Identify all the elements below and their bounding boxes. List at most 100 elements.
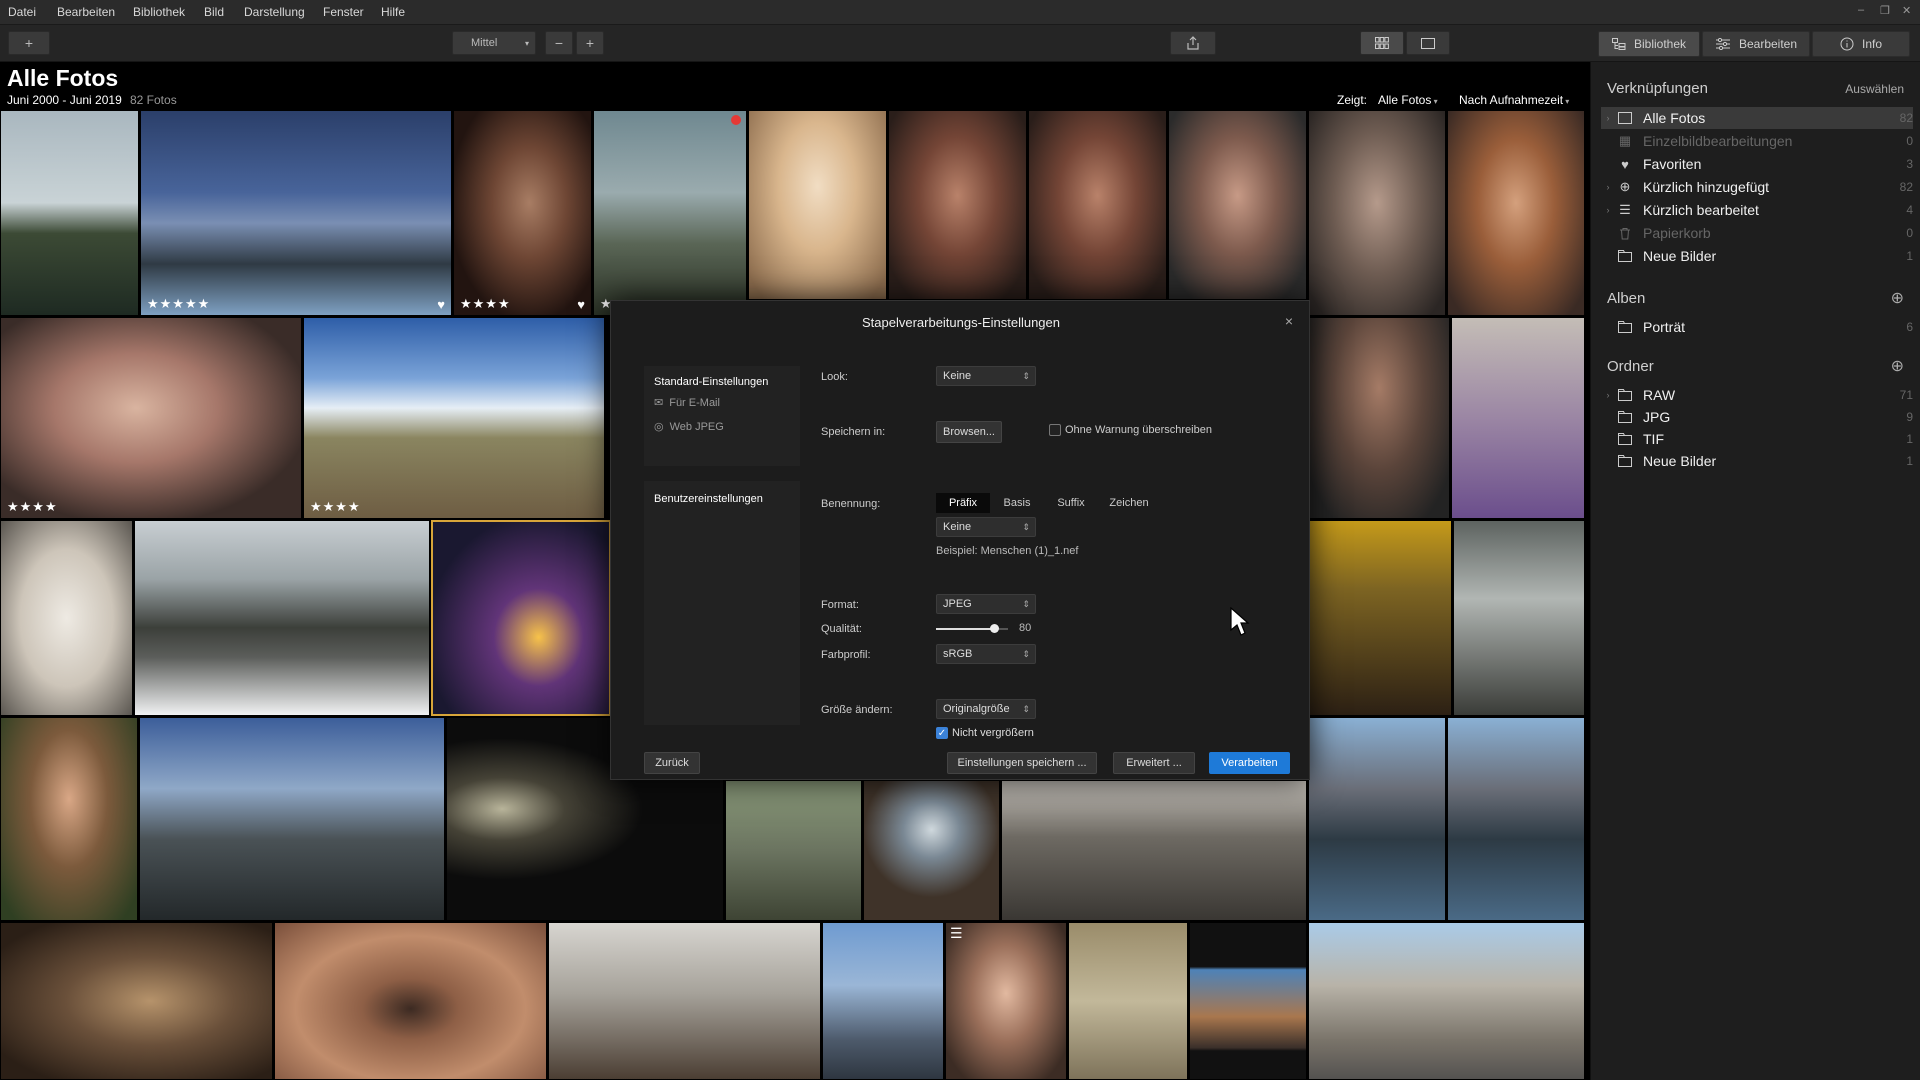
photo-thumbnail[interactable]: [0, 520, 133, 716]
save-settings-button[interactable]: Einstellungen speichern ...: [947, 752, 1097, 774]
photo-thumbnail[interactable]: ★: [593, 110, 747, 316]
standard-presets-panel: Standard-Einstellungen ✉ Für E-Mail ◎ Web …: [644, 366, 800, 466]
maximize-icon[interactable]: ❐: [1880, 4, 1890, 17]
sidebar-item-count: 0: [1906, 226, 1913, 240]
tab-bibliothek-label: Bibliothek: [1633, 37, 1687, 51]
sort-select[interactable]: Nach Aufnahmezeit ▾: [1459, 93, 1569, 107]
tab-suffix[interactable]: Suffix: [1044, 493, 1098, 513]
photo-thumbnail[interactable]: [748, 110, 887, 300]
quality-slider[interactable]: [936, 624, 1008, 633]
photo-thumbnail[interactable]: [1451, 317, 1585, 519]
photo-thumbnail[interactable]: [1447, 717, 1585, 921]
sidebar-item-einzelbildbearbeitungen[interactable]: ▦ Einzelbildbearbeitungen 0: [1601, 130, 1913, 152]
tab-info[interactable]: Info: [1812, 31, 1910, 57]
photo-thumbnail[interactable]: [1308, 520, 1452, 716]
photo-thumbnail[interactable]: [1068, 922, 1188, 1080]
menu-bibliothek[interactable]: Bibliothek: [133, 5, 185, 19]
look-value: Keine: [943, 370, 972, 382]
advanced-button[interactable]: Erweitert ...: [1113, 752, 1195, 774]
sidebar-item-papierkorb[interactable]: Papierkorb 0: [1601, 222, 1913, 244]
preset-web-jpeg[interactable]: ◎ Web JPEG: [654, 420, 724, 434]
zoom-out-button[interactable]: −: [545, 31, 573, 55]
color-profile-select[interactable]: sRGB ⇕: [936, 644, 1036, 664]
tab-bibliothek[interactable]: Bibliothek: [1598, 31, 1700, 57]
photo-thumbnail[interactable]: [0, 922, 273, 1080]
menu-fenster[interactable]: Fenster: [323, 5, 364, 19]
photo-thumbnail[interactable]: [274, 922, 547, 1080]
photo-thumbnail[interactable]: [888, 110, 1027, 300]
photo-thumbnail[interactable]: [1308, 922, 1585, 1080]
menu-datei[interactable]: Datei: [8, 5, 36, 19]
sidebar-item-portraet[interactable]: Porträt 6: [1601, 316, 1913, 338]
naming-select[interactable]: Keine ⇕: [936, 517, 1036, 537]
tab-basis[interactable]: Basis: [990, 493, 1044, 513]
sidebar-item-jpg[interactable]: JPG 9: [1601, 406, 1913, 428]
menu-darstellung[interactable]: Darstellung: [244, 5, 305, 19]
sidebar-item-raw[interactable]: › RAW 71: [1601, 384, 1914, 406]
sidebar-item-favoriten[interactable]: ♥ Favoriten 3: [1601, 153, 1913, 175]
format-select[interactable]: JPEG ⇕: [936, 594, 1036, 614]
back-button[interactable]: Zurück: [644, 752, 700, 774]
no-enlarge-checkbox[interactable]: ✓ Nicht vergrößern: [936, 727, 1034, 739]
zoom-in-button[interactable]: +: [576, 31, 604, 55]
look-select[interactable]: Keine ⇕: [936, 366, 1036, 386]
close-icon[interactable]: ×: [1285, 313, 1293, 329]
photo-thumbnail[interactable]: [1447, 110, 1585, 316]
photo-thumbnail[interactable]: [139, 717, 445, 921]
user-presets-panel: Benutzereinstellungen: [644, 481, 800, 725]
photo-thumbnail[interactable]: [548, 922, 821, 1080]
resize-select[interactable]: Originalgröße ⇕: [936, 699, 1036, 719]
photo-thumbnail[interactable]: ★★★★ ♥: [453, 110, 592, 316]
sidebar-item-neue-bilder-folder[interactable]: Neue Bilder 1: [1601, 450, 1913, 472]
grid-view-button[interactable]: [1360, 31, 1404, 55]
photo-thumbnail[interactable]: [725, 780, 862, 921]
minus-icon: −: [554, 35, 564, 51]
add-button[interactable]: +: [8, 31, 50, 55]
sidebar-item-neue-bilder[interactable]: Neue Bilder 1: [1601, 245, 1913, 267]
overwrite-checkbox[interactable]: Ohne Warnung überschreiben: [1049, 424, 1212, 436]
preset-email[interactable]: ✉ Für E-Mail: [654, 396, 720, 410]
photo-thumbnail[interactable]: ★★★★: [0, 317, 302, 519]
photo-thumbnail[interactable]: [1453, 520, 1585, 716]
photo-thumbnail[interactable]: [0, 110, 139, 316]
quality-slider-handle[interactable]: [989, 624, 999, 633]
photo-thumbnail[interactable]: ★★★★★ ♥: [140, 110, 452, 316]
sidebar-item-alle-fotos[interactable]: › Alle Fotos 82: [1601, 107, 1913, 129]
thumbnail-size-select[interactable]: Mittel ▾: [452, 31, 536, 55]
sidebar-item-tif[interactable]: TIF 1: [1601, 428, 1913, 450]
sidebar-item-kuerzlich-hinzugefuegt[interactable]: › ⊕ Kürzlich hinzugefügt 82: [1601, 176, 1914, 198]
photo-thumbnail[interactable]: [1001, 780, 1307, 921]
minimize-icon[interactable]: –: [1858, 4, 1864, 16]
photo-thumbnail[interactable]: [1189, 922, 1307, 1080]
menu-bearbeiten[interactable]: Bearbeiten: [57, 5, 115, 19]
photo-thumbnail[interactable]: ☰: [945, 922, 1067, 1080]
photo-thumbnail[interactable]: [1308, 317, 1450, 519]
photo-thumbnail[interactable]: [1308, 717, 1446, 921]
folder-icon: [1615, 387, 1635, 403]
filter-select[interactable]: Alle Fotos ▾: [1378, 93, 1438, 107]
menu-hilfe[interactable]: Hilfe: [381, 5, 405, 19]
photo-thumbnail[interactable]: [431, 520, 611, 716]
photo-thumbnail[interactable]: [1308, 110, 1446, 316]
close-window-icon[interactable]: ✕: [1902, 4, 1911, 17]
share-button[interactable]: [1170, 31, 1216, 55]
sidebar-item-kuerzlich-bearbeitet[interactable]: › ☰ Kürzlich bearbeitet 4: [1601, 199, 1914, 221]
tab-praefix[interactable]: Präfix: [936, 493, 990, 513]
menu-bild[interactable]: Bild: [204, 5, 224, 19]
process-button[interactable]: Verarbeiten: [1209, 752, 1290, 774]
tab-zeichen[interactable]: Zeichen: [1098, 493, 1160, 513]
photo-thumbnail[interactable]: [1168, 110, 1307, 300]
photo-thumbnail[interactable]: [0, 717, 138, 921]
tab-bearbeiten[interactable]: Bearbeiten: [1702, 31, 1810, 57]
photo-thumbnail[interactable]: ★★★★: [303, 317, 605, 519]
photo-thumbnail[interactable]: [134, 520, 430, 716]
browse-button[interactable]: Browsen...: [936, 421, 1002, 443]
photo-thumbnail[interactable]: [863, 780, 1000, 921]
add-folder-icon[interactable]: ⊕: [1891, 356, 1904, 376]
photo-thumbnail[interactable]: [822, 922, 944, 1080]
add-album-icon[interactable]: ⊕: [1891, 288, 1904, 308]
single-view-button[interactable]: [1406, 31, 1450, 55]
photo-thumbnail[interactable]: [1028, 110, 1167, 300]
select-button[interactable]: Auswählen: [1845, 82, 1904, 96]
expand-arrow-icon: ›: [1606, 113, 1610, 123]
